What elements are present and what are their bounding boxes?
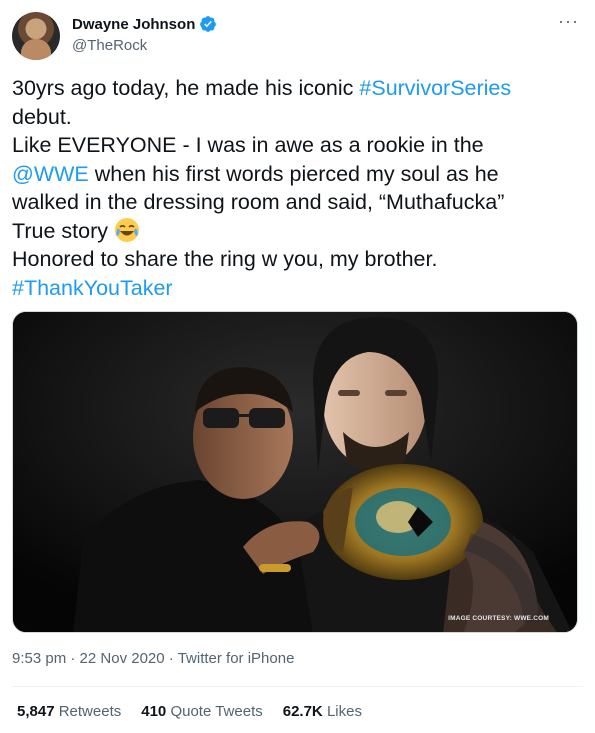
retweets-count: 5,847: [17, 703, 55, 720]
face-with-tears-of-joy-icon: [114, 217, 140, 243]
hashtag-link[interactable]: #SurvivorSeries: [359, 76, 511, 100]
tweet-line: #ThankYouTaker: [12, 274, 583, 303]
tweet-line: @WWE when his first words pierced my sou…: [12, 160, 583, 189]
more-options-icon[interactable]: ···: [558, 12, 579, 30]
retweets-label: Retweets: [58, 703, 122, 720]
author-handle[interactable]: @TheRock: [72, 37, 217, 54]
image-credit: IMAGE COURTESY: WWE.COM: [448, 615, 549, 622]
tweet-line: Honored to share the ring w you, my brot…: [12, 245, 583, 274]
tweet-text-segment: walked in the dressing room and said, “M…: [12, 190, 505, 214]
tweet-text-segment: Honored to share the ring w you, my brot…: [12, 247, 438, 271]
tweet-line: True story: [12, 217, 583, 246]
engagement-stats: 5,847 Retweets 410 Quote Tweets 62.7K Li…: [17, 703, 362, 720]
quote-tweets-label: Quote Tweets: [170, 703, 263, 720]
tweet-line: Like EVERYONE - I was in awe as a rookie…: [12, 131, 583, 160]
display-name-row: Dwayne Johnson: [72, 14, 217, 34]
likes-count: 62.7K: [282, 703, 323, 720]
meta-separator: ·: [66, 650, 80, 667]
tweet-time[interactable]: 9:53 pm: [12, 650, 66, 667]
tweet-text-segment: when his first words pierced my soul as …: [88, 161, 499, 186]
divider: [12, 686, 583, 687]
tweet-date[interactable]: 22 Nov 2020: [80, 650, 165, 667]
quote-tweets-count: 410: [141, 703, 167, 720]
quote-tweets-stat[interactable]: 410 Quote Tweets: [141, 703, 262, 720]
likes-label: Likes: [326, 703, 362, 720]
tweet-text: 30yrs ago today, he made his iconic #Sur…: [12, 74, 583, 302]
photo-image: [13, 312, 577, 632]
avatar-figure: [21, 39, 51, 60]
retweets-stat[interactable]: 5,847 Retweets: [17, 703, 121, 720]
tweet-source[interactable]: Twitter for iPhone: [178, 650, 295, 667]
avatar[interactable]: [12, 12, 60, 60]
tweet-photo[interactable]: IMAGE COURTESY: WWE.COM: [12, 311, 578, 633]
tweet-meta: 9:53 pm · 22 Nov 2020 · Twitter for iPho…: [12, 650, 294, 667]
verified-badge-icon: [199, 15, 217, 33]
hashtag-link[interactable]: #ThankYouTaker: [12, 276, 173, 300]
meta-separator: ·: [164, 650, 178, 667]
tweet-line: walked in the dressing room and said, “M…: [12, 188, 583, 217]
tweet-text-segment: Like EVERYONE - I was in awe as a rookie…: [12, 133, 484, 157]
tweet-line: 30yrs ago today, he made his iconic #Sur…: [12, 74, 583, 103]
tweet-text-segment: True story: [12, 218, 114, 243]
tweet-header: Dwayne Johnson @TheRock ···: [12, 12, 583, 62]
tweet-text-segment: 30yrs ago today, he made his iconic: [12, 76, 360, 100]
tweet-text-segment: debut.: [12, 104, 72, 129]
tweet: Dwayne Johnson @TheRock ··· 30yrs ago to…: [0, 0, 595, 733]
tweet-line: debut.: [12, 103, 583, 132]
mention-link[interactable]: @WWE: [12, 162, 89, 186]
author-names: Dwayne Johnson @TheRock: [72, 14, 217, 54]
display-name[interactable]: Dwayne Johnson: [72, 16, 195, 33]
likes-stat[interactable]: 62.7K Likes: [283, 703, 362, 720]
